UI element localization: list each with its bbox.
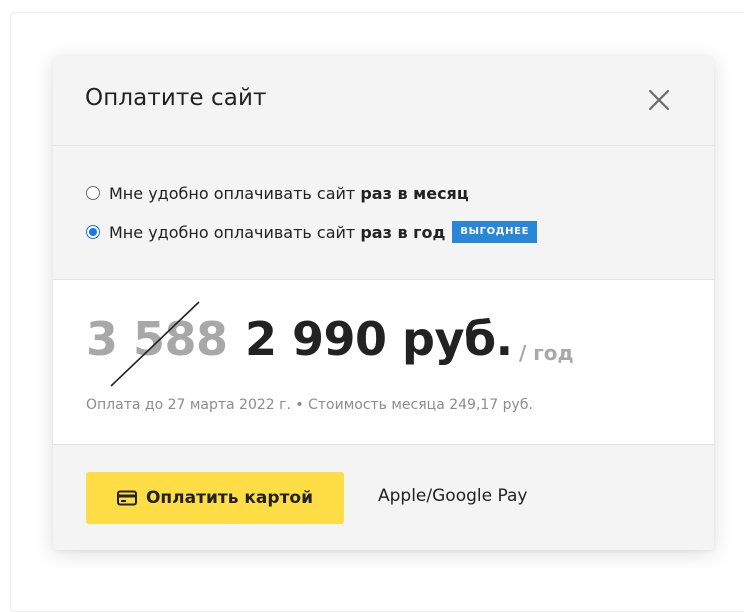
pay-by-card-label: Оплатить картой (145, 488, 314, 508)
option-monthly-label: Мне удобно оплачивать сайт (109, 183, 361, 203)
credit-card-icon (116, 490, 137, 506)
option-yearly[interactable]: Мне удобно оплачивать сайт раз в год ВЫГ… (86, 221, 538, 243)
radio-yearly[interactable] (86, 225, 100, 239)
old-price: 3 588 (86, 312, 228, 366)
option-yearly-bold: раз в год (360, 222, 446, 242)
close-button[interactable] (645, 86, 673, 114)
price-period: / год (519, 341, 574, 365)
option-yearly-label: Мне удобно оплачивать сайт (109, 222, 361, 242)
billing-options (53, 146, 714, 280)
close-icon (648, 89, 670, 111)
payment-modal: Оплатите сайт Мне удобно оплачивать сайт… (53, 56, 714, 550)
option-monthly[interactable]: Мне удобно оплачивать сайт раз в месяц (86, 182, 469, 204)
better-deal-badge: ВЫГОДНЕЕ (452, 221, 538, 243)
modal-header: Оплатите сайт (53, 56, 714, 146)
modal-title: Оплатите сайт (85, 85, 267, 111)
payment-details: Оплата до 27 марта 2022 г. • Стоимость м… (86, 397, 533, 413)
radio-monthly[interactable] (86, 186, 100, 200)
new-price: 2 990 руб. (245, 312, 513, 366)
apple-google-pay-button[interactable]: Apple/Google Pay (378, 486, 527, 506)
option-monthly-bold: раз в месяц (360, 183, 469, 203)
pay-by-card-button[interactable]: Оплатить картой (86, 472, 344, 524)
old-price-wrap: 3 588 (86, 312, 228, 372)
